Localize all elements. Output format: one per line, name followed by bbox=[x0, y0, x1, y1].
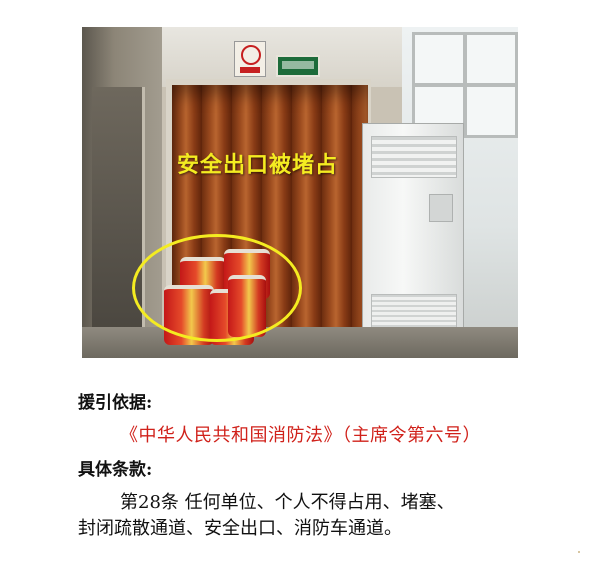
basis-heading: 援引依据: bbox=[78, 393, 153, 413]
floor bbox=[82, 327, 518, 358]
clause-heading: 具体条款: bbox=[78, 460, 153, 480]
ac-grille bbox=[371, 136, 457, 178]
fire-exit-photo: 安全出口被堵占 bbox=[82, 27, 518, 358]
air-conditioner bbox=[362, 123, 464, 358]
clause-text-line-2: 封闭疏散通道、安全出口、消防车通道。 bbox=[78, 518, 402, 539]
highlight-circle bbox=[132, 234, 302, 342]
law-title: 《中华人民共和国消防法》（主席令第六号） bbox=[120, 425, 481, 446]
ac-control-panel bbox=[429, 194, 453, 222]
photo-caption-overlay: 安全出口被堵占 bbox=[177, 153, 339, 178]
exit-sign-icon bbox=[276, 55, 320, 77]
clause-text-line-1: 第28条 任何单位、个人不得占用、堵塞、 bbox=[120, 492, 455, 513]
decorative-dot bbox=[578, 551, 580, 553]
no-smoking-sign-icon bbox=[234, 41, 266, 77]
